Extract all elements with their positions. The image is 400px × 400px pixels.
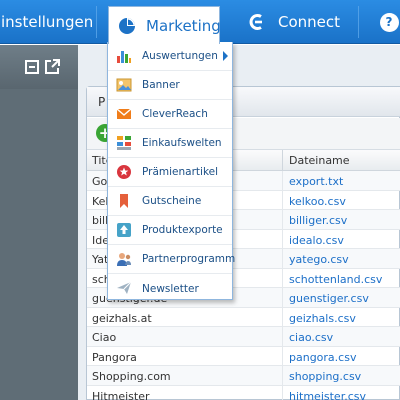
menu-item-einkaufswelten[interactable]: Einkaufswelten <box>108 129 232 158</box>
column-divider <box>282 346 283 365</box>
nav-help[interactable]: ? <box>378 0 400 44</box>
menu-item-label: Einkaufswelten <box>142 137 222 149</box>
table-row[interactable]: Ciao ciao.csv <box>87 327 400 347</box>
table-row[interactable]: geizhals.at geizhals.csv <box>87 307 400 327</box>
column-divider <box>282 366 283 385</box>
menu-item-label: Partnerprogramm <box>142 253 236 265</box>
menu-item-label: Produktexporte <box>142 224 223 236</box>
column-divider <box>282 268 283 287</box>
menu-item-label: Prämienartikel <box>142 166 219 178</box>
table-row[interactable]: Pangora pangora.csv <box>87 346 400 366</box>
chevron-right-icon <box>223 51 228 61</box>
column-divider <box>282 288 283 307</box>
column-divider <box>282 229 283 248</box>
paper-plane-icon <box>116 280 132 296</box>
menu-item-partnerprogramm[interactable]: Partnerprogramm <box>108 245 236 274</box>
menu-item-label: Newsletter <box>142 282 199 295</box>
collapse-icon[interactable] <box>25 60 39 74</box>
menu-item-auswertungen[interactable]: Auswertungen <box>108 42 232 71</box>
award-seal-icon <box>116 164 132 180</box>
row-filename-link[interactable]: shopping.csv <box>289 370 361 383</box>
menu-item-label: Gutscheine <box>142 195 202 207</box>
nav-connect-label: Connect <box>278 13 341 31</box>
row-filename-link[interactable]: billiger.csv <box>289 214 347 227</box>
row-title: Ciao <box>92 331 117 344</box>
side-panel-header <box>0 45 78 89</box>
column-divider <box>282 249 283 268</box>
envelope-icon <box>116 106 132 122</box>
menu-item-banner[interactable]: Banner <box>108 71 232 100</box>
column-divider <box>282 171 283 190</box>
marketing-dropdown-menu: Auswertungen Banner CleverReach Einkaufswel… <box>107 42 236 303</box>
nav-marketing-label: Marketing <box>146 16 221 35</box>
row-filename-link[interactable]: yatego.csv <box>289 253 349 266</box>
nav-marketing[interactable]: Marketing <box>108 6 221 44</box>
row-title: Hitmeister <box>92 389 150 400</box>
row-title: Go <box>92 175 108 188</box>
menu-item-label: Banner <box>142 79 180 91</box>
row-filename-link[interactable]: idealo.csv <box>289 234 344 247</box>
row-title: Pangora <box>92 350 137 364</box>
bar-chart-icon <box>116 48 132 64</box>
nav-einstellungen-label: instellungen <box>1 13 94 31</box>
column-divider <box>282 385 283 400</box>
help-icon: ? <box>379 12 399 32</box>
menu-item-newsletter[interactable]: Newsletter <box>108 274 232 303</box>
nav-connect[interactable]: Connect <box>248 0 358 44</box>
row-filename-link[interactable]: pangora.csv <box>289 351 356 364</box>
row-filename-link[interactable]: hitmeister.csv <box>289 390 366 400</box>
row-filename-link[interactable]: export.txt <box>289 175 343 188</box>
export-icon <box>116 222 132 238</box>
row-title: Yat <box>92 253 109 266</box>
connect-icon <box>248 12 268 32</box>
row-filename-link[interactable]: kelkoo.csv <box>289 195 346 208</box>
menu-item-praemienartikel[interactable]: Prämienartikel <box>108 158 232 187</box>
table-row[interactable]: Shopping.com shopping.csv <box>87 366 400 386</box>
row-filename-link[interactable]: geizhals.csv <box>289 312 356 325</box>
menu-item-label: CleverReach <box>142 108 208 120</box>
row-filename-link[interactable]: schottenland.csv <box>289 273 382 286</box>
column-divider <box>282 210 283 229</box>
row-filename-link[interactable]: guenstiger.csv <box>289 292 369 305</box>
menu-item-gutscheine[interactable]: Gutscheine <box>108 187 232 216</box>
nav-separator <box>96 6 97 38</box>
column-header-filename[interactable]: Dateiname <box>289 154 350 167</box>
column-divider <box>282 190 283 209</box>
popout-icon[interactable] <box>44 59 60 75</box>
partner-user-icon <box>116 251 132 267</box>
row-filename-link[interactable]: ciao.csv <box>289 331 333 344</box>
panel-title-text: P <box>98 95 106 109</box>
column-divider <box>282 150 283 171</box>
side-panel <box>0 45 78 400</box>
column-divider <box>282 307 283 326</box>
nav-separator <box>358 6 359 38</box>
menu-item-produktexporte[interactable]: Produktexporte <box>108 216 232 245</box>
nav-einstellungen[interactable]: instellungen <box>0 0 96 44</box>
pie-chart-icon <box>118 17 136 35</box>
menu-item-cleverreach[interactable]: CleverReach <box>108 100 232 129</box>
row-title: geizhals.at <box>92 311 152 325</box>
menu-item-label: Auswertungen <box>142 50 218 62</box>
column-divider <box>282 327 283 346</box>
tiles-icon <box>116 135 132 151</box>
bookmark-icon <box>116 193 132 209</box>
table-row[interactable]: Hitmeister hitmeister.csv <box>87 385 400 400</box>
row-title: Shopping.com <box>92 370 171 383</box>
banner-image-icon <box>116 77 132 93</box>
